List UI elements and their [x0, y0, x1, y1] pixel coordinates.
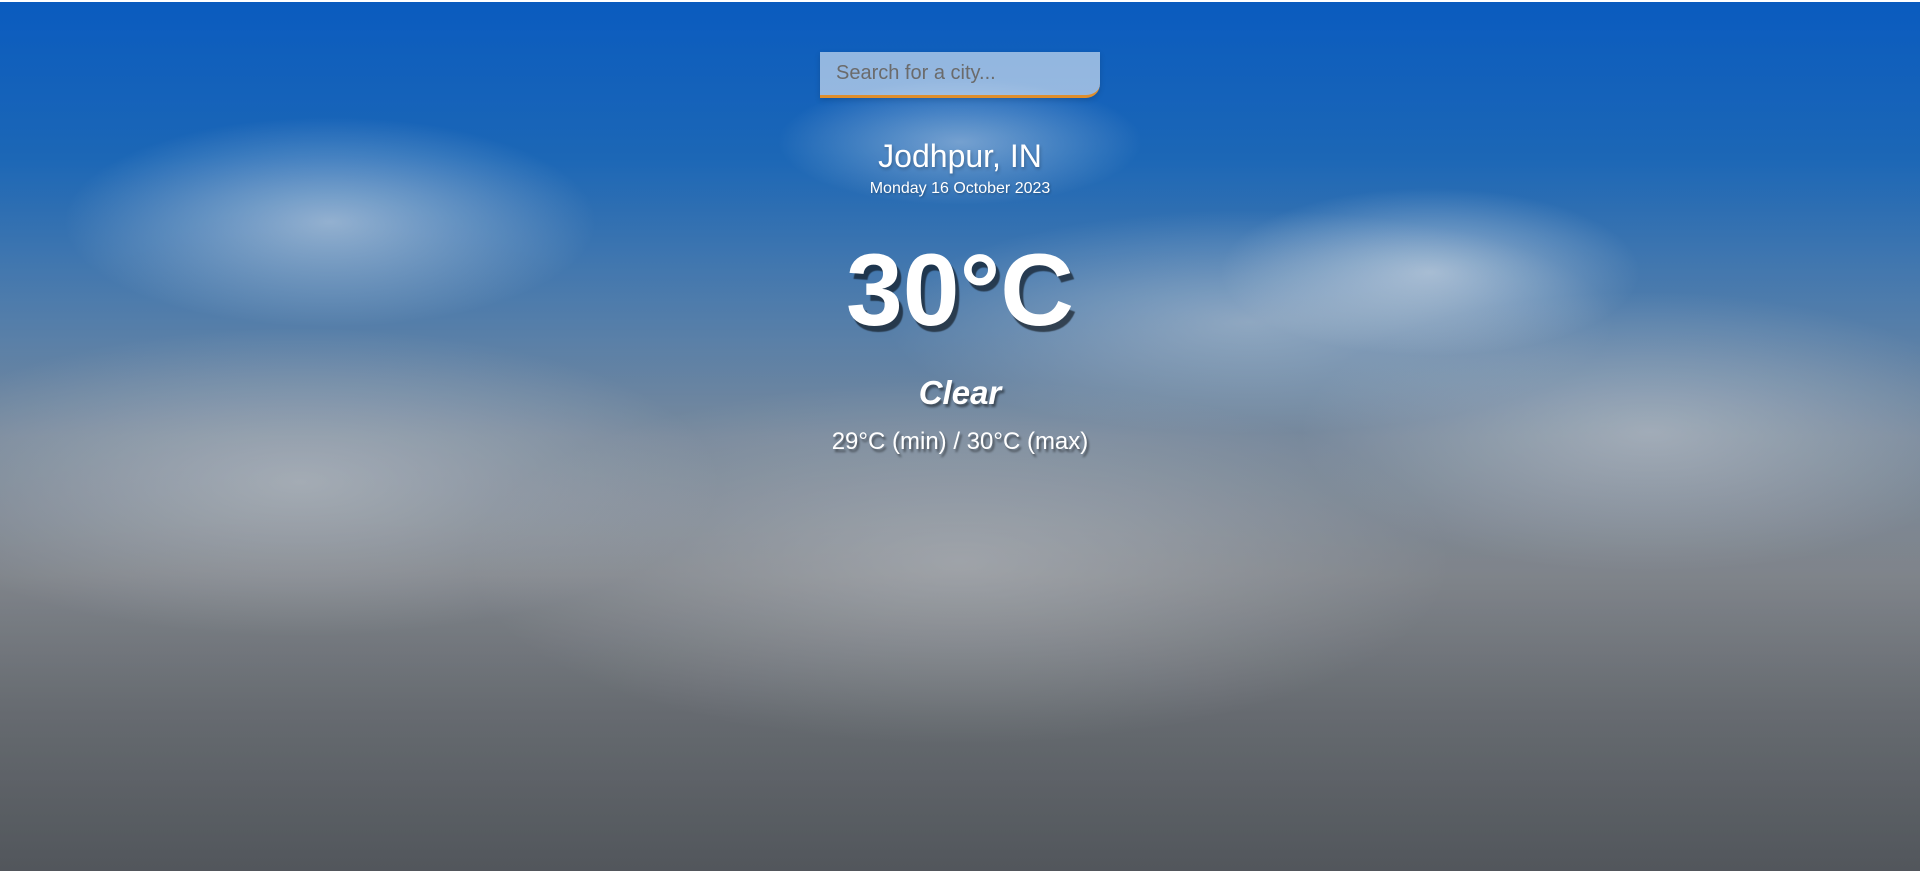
weather-app: Jodhpur, IN Monday 16 October 2023 30°C …	[0, 2, 1920, 871]
min-max-temperature: 29°C (min) / 30°C (max)	[831, 428, 1089, 455]
sky-clouds-background: Jodhpur, IN Monday 16 October 2023 30°C …	[0, 2, 1920, 871]
location-city: Jodhpur, IN	[878, 138, 1042, 174]
weather-condition: Clear	[918, 374, 1002, 411]
location-date: Monday 16 October 2023	[869, 180, 1051, 197]
current-temperature: 30°C	[846, 233, 1074, 347]
city-search-input[interactable]	[820, 52, 1100, 98]
